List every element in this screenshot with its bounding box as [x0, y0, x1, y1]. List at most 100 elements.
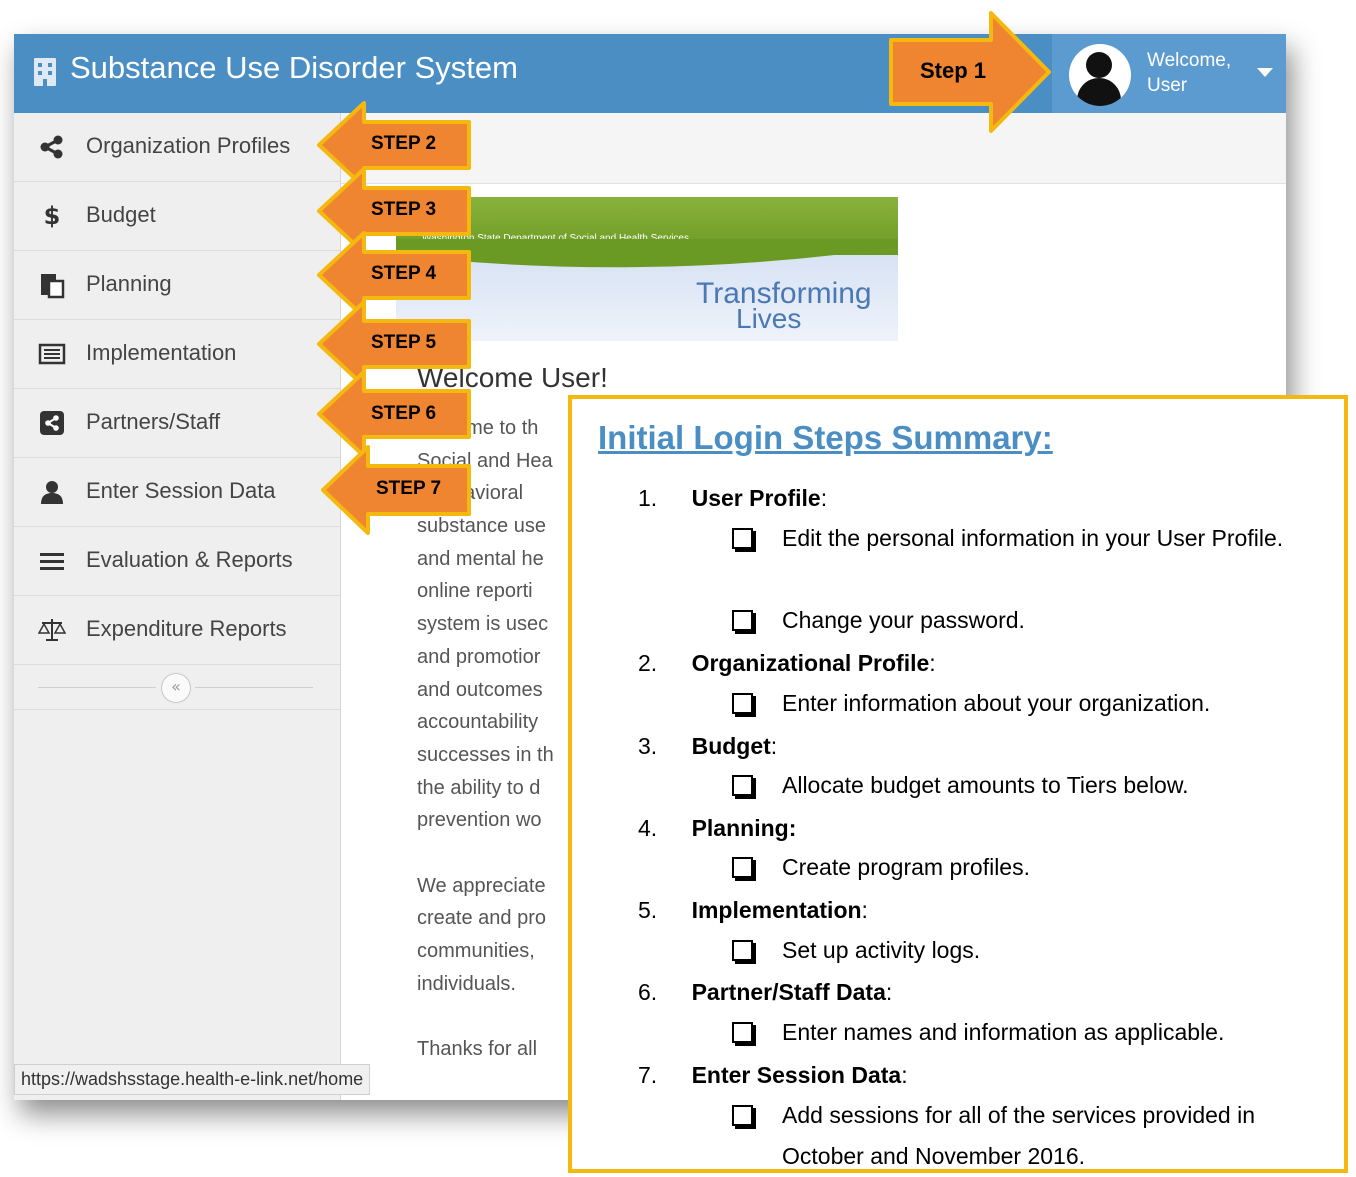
sidebar-item-planning[interactable]: Planning [14, 251, 340, 320]
summary-item: Edit the personal information in your Us… [732, 518, 1312, 559]
user-menu[interactable]: Welcome, User [1052, 34, 1286, 113]
item-text: Create program profiles. [782, 854, 1030, 880]
step-name: Organizational Profile [691, 650, 930, 676]
step-suffix: : [929, 650, 936, 676]
step7-label: STEP 7 [376, 478, 442, 499]
sidebar-item-partners-staff[interactable]: Partners/Staff [14, 389, 340, 458]
step3-label: STEP 3 [371, 199, 437, 220]
welcome-text[interactable]: Welcome, User [1147, 48, 1247, 98]
summary-item: Allocate budget amounts to Tiers below. [732, 765, 1312, 806]
divider [195, 687, 313, 688]
scale-icon [37, 616, 67, 644]
checkbox-icon [732, 1022, 753, 1043]
item-text: Change your password. [782, 607, 1025, 633]
sidebar-item-label: Planning [86, 271, 172, 296]
summary-step: 7. Enter Session Data: [638, 1062, 908, 1089]
sidebar-item-implementation[interactable]: Implementation [14, 320, 340, 389]
user-icon [38, 478, 66, 506]
sidebar-item-label: Enter Session Data [86, 478, 276, 503]
step-number: 4. [638, 815, 658, 841]
sidebar-item-budget[interactable]: $ Budget [14, 182, 340, 251]
app-title: Substance Use Disorder System [70, 50, 518, 85]
dollar-icon: $ [43, 202, 61, 230]
welcome-line1: Welcome, [1147, 50, 1232, 71]
item-text: Set up activity logs. [782, 937, 981, 963]
top-bar: Substance Use Disorder System Welcome, U… [14, 34, 1286, 113]
checkbox-icon [732, 528, 753, 549]
step1-label: Step 1 [920, 58, 987, 83]
item-text: Add sessions for all of the services pro… [782, 1102, 1256, 1169]
checkbox-icon [732, 775, 753, 796]
item-text: Enter information about your organizatio… [782, 690, 1211, 716]
avatar-icon[interactable] [1069, 44, 1131, 106]
clipboard-icon [38, 271, 66, 299]
step-name: Partner/Staff Data [691, 979, 886, 1005]
building-icon [34, 58, 56, 86]
summary-item: Add sessions for all of the services pro… [732, 1095, 1312, 1177]
summary-item: Change your password. [732, 600, 1312, 641]
chevron-down-icon[interactable] [1257, 68, 1273, 77]
step-number: 6. [638, 979, 658, 1005]
sidebar-item-label: Implementation [86, 340, 237, 365]
collapse-sidebar-button[interactable]: « [161, 673, 191, 703]
summary-item: Enter information about your organizatio… [732, 683, 1312, 724]
step-name: Budget [691, 733, 771, 759]
banner-title-line2: Lives [736, 303, 802, 334]
divider [38, 687, 156, 688]
step-name: Implementation [691, 897, 862, 923]
step-suffix: : [901, 1062, 908, 1088]
share-icon [38, 133, 66, 161]
welcome-line2: User [1147, 75, 1188, 96]
sidebar-item-evaluation-reports[interactable]: Evaluation & Reports [14, 527, 340, 596]
summary-step: 1. User Profile: [638, 485, 827, 512]
step-name: Planning: [691, 815, 797, 841]
item-text: Edit the personal information in your Us… [782, 525, 1284, 551]
breadcrumb: e [341, 113, 1286, 184]
step-number: 5. [638, 897, 658, 923]
checkbox-icon [732, 693, 753, 714]
login-steps-summary: Initial Login Steps Summary: 1. User Pro… [568, 395, 1348, 1173]
summary-step: 5. Implementation: [638, 897, 868, 924]
summary-item: Enter names and information as applicabl… [732, 1012, 1312, 1053]
step-number: 1. [638, 485, 658, 511]
menu-icon [38, 547, 66, 575]
sidebar-item-label: Partners/Staff [86, 409, 221, 434]
summary-step: 2. Organizational Profile: [638, 650, 936, 677]
step-suffix: : [820, 485, 828, 511]
step6-label: STEP 6 [371, 403, 437, 424]
share-square-icon [38, 409, 66, 437]
sidebar-item-label: Budget [86, 202, 156, 227]
step-number: 2. [638, 650, 658, 676]
checkbox-icon [732, 1105, 753, 1126]
summary-step: 4. Planning: [638, 815, 796, 842]
step-name: Enter Session Data [691, 1062, 902, 1088]
sidebar-item-label: Expenditure Reports [86, 616, 287, 641]
sidebar-item-label: Evaluation & Reports [86, 547, 293, 572]
sidebar-item-organization-profiles[interactable]: Organization Profiles [14, 113, 340, 182]
checkbox-icon [732, 610, 753, 631]
checkbox-icon [732, 940, 753, 961]
step2-label: STEP 2 [371, 133, 437, 154]
sidebar-item-label: Organization Profiles [86, 133, 291, 158]
item-text: Enter names and information as applicabl… [782, 1019, 1225, 1045]
step-name: User Profile [691, 485, 821, 511]
checkbox-icon [732, 857, 753, 878]
list-icon [38, 340, 66, 368]
step-suffix: : [885, 979, 893, 1005]
step5-label: STEP 5 [371, 332, 437, 353]
item-text: Allocate budget amounts to Tiers below. [782, 772, 1189, 798]
sidebar-item-expenditure-reports[interactable]: Expenditure Reports [14, 596, 340, 665]
summary-step: 3. Budget: [638, 733, 777, 760]
step4-label: STEP 4 [371, 263, 437, 284]
summary-title: Initial Login Steps Summary: [598, 419, 1053, 456]
summary-step: 6. Partner/Staff Data: [638, 979, 892, 1006]
sidebar-collapse-row: « [14, 665, 340, 710]
sidebar-item-enter-session-data[interactable]: Enter Session Data [14, 458, 340, 527]
step-number: 3. [638, 733, 658, 759]
step-number: 7. [638, 1062, 658, 1088]
step-suffix: : [770, 733, 778, 759]
step-suffix: : [861, 897, 868, 923]
sidebar: Organization Profiles $ Budget Planning … [14, 113, 341, 1100]
summary-item: Create program profiles. [732, 847, 1312, 888]
status-bar-url: https://wadshsstage.health-e-link.net/ho… [14, 1064, 371, 1095]
